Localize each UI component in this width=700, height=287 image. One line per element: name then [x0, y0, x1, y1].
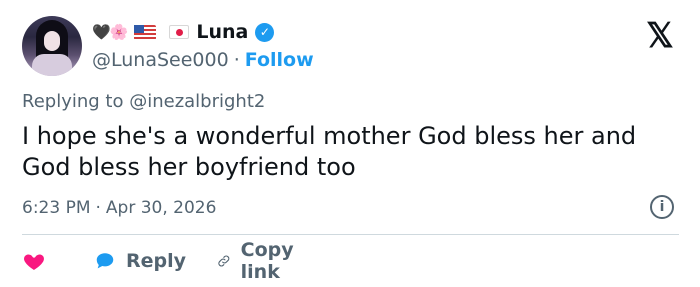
reply-label: Reply [126, 250, 187, 272]
tweet-text: I hope she's a wonderful mother God bles… [22, 122, 637, 181]
tweet-date: Apr 30, 2026 [105, 198, 217, 218]
separator-dot: · [233, 49, 240, 71]
copy-link-button[interactable]: Copy link [217, 239, 302, 283]
japan-flag-icon [169, 25, 190, 39]
tweet-time: 6:23 PM [22, 198, 91, 218]
divider [22, 234, 679, 235]
author-handle-row: @LunaSee000 · Follow [92, 48, 314, 72]
replying-prefix: Replying to [22, 91, 124, 112]
author-handle[interactable]: @LunaSee000 [92, 49, 229, 71]
avatar-face [44, 31, 60, 51]
tweet-card: 🖤🌸 Luna ✓ @LunaSee000 · Follow 𝕏 Replyin… [0, 0, 700, 287]
display-name[interactable]: Luna [196, 21, 248, 43]
verified-badge-icon: ✓ [255, 22, 275, 42]
name-emoji: 🖤🌸 [92, 23, 128, 41]
copy-link-label: Copy link [240, 239, 294, 283]
timestamp-separator: · [95, 198, 101, 218]
author-name-row[interactable]: 🖤🌸 Luna ✓ [92, 19, 275, 45]
us-flag-icon [134, 24, 157, 40]
info-icon[interactable]: i [650, 195, 674, 219]
heart-icon[interactable] [22, 249, 46, 273]
link-icon [218, 255, 230, 267]
reply-button[interactable]: Reply [94, 245, 186, 277]
reply-target-handle[interactable]: @inezalbright2 [129, 91, 265, 112]
replying-to: Replying to @inezalbright2 [22, 91, 265, 112]
avatar-body [32, 54, 72, 76]
avatar[interactable] [22, 16, 82, 76]
speech-bubble-icon [96, 253, 114, 269]
timestamp[interactable]: 6:23 PM · Apr 30, 2026 [22, 198, 216, 218]
x-logo-icon[interactable]: 𝕏 [642, 18, 678, 54]
follow-button[interactable]: Follow [245, 49, 314, 71]
